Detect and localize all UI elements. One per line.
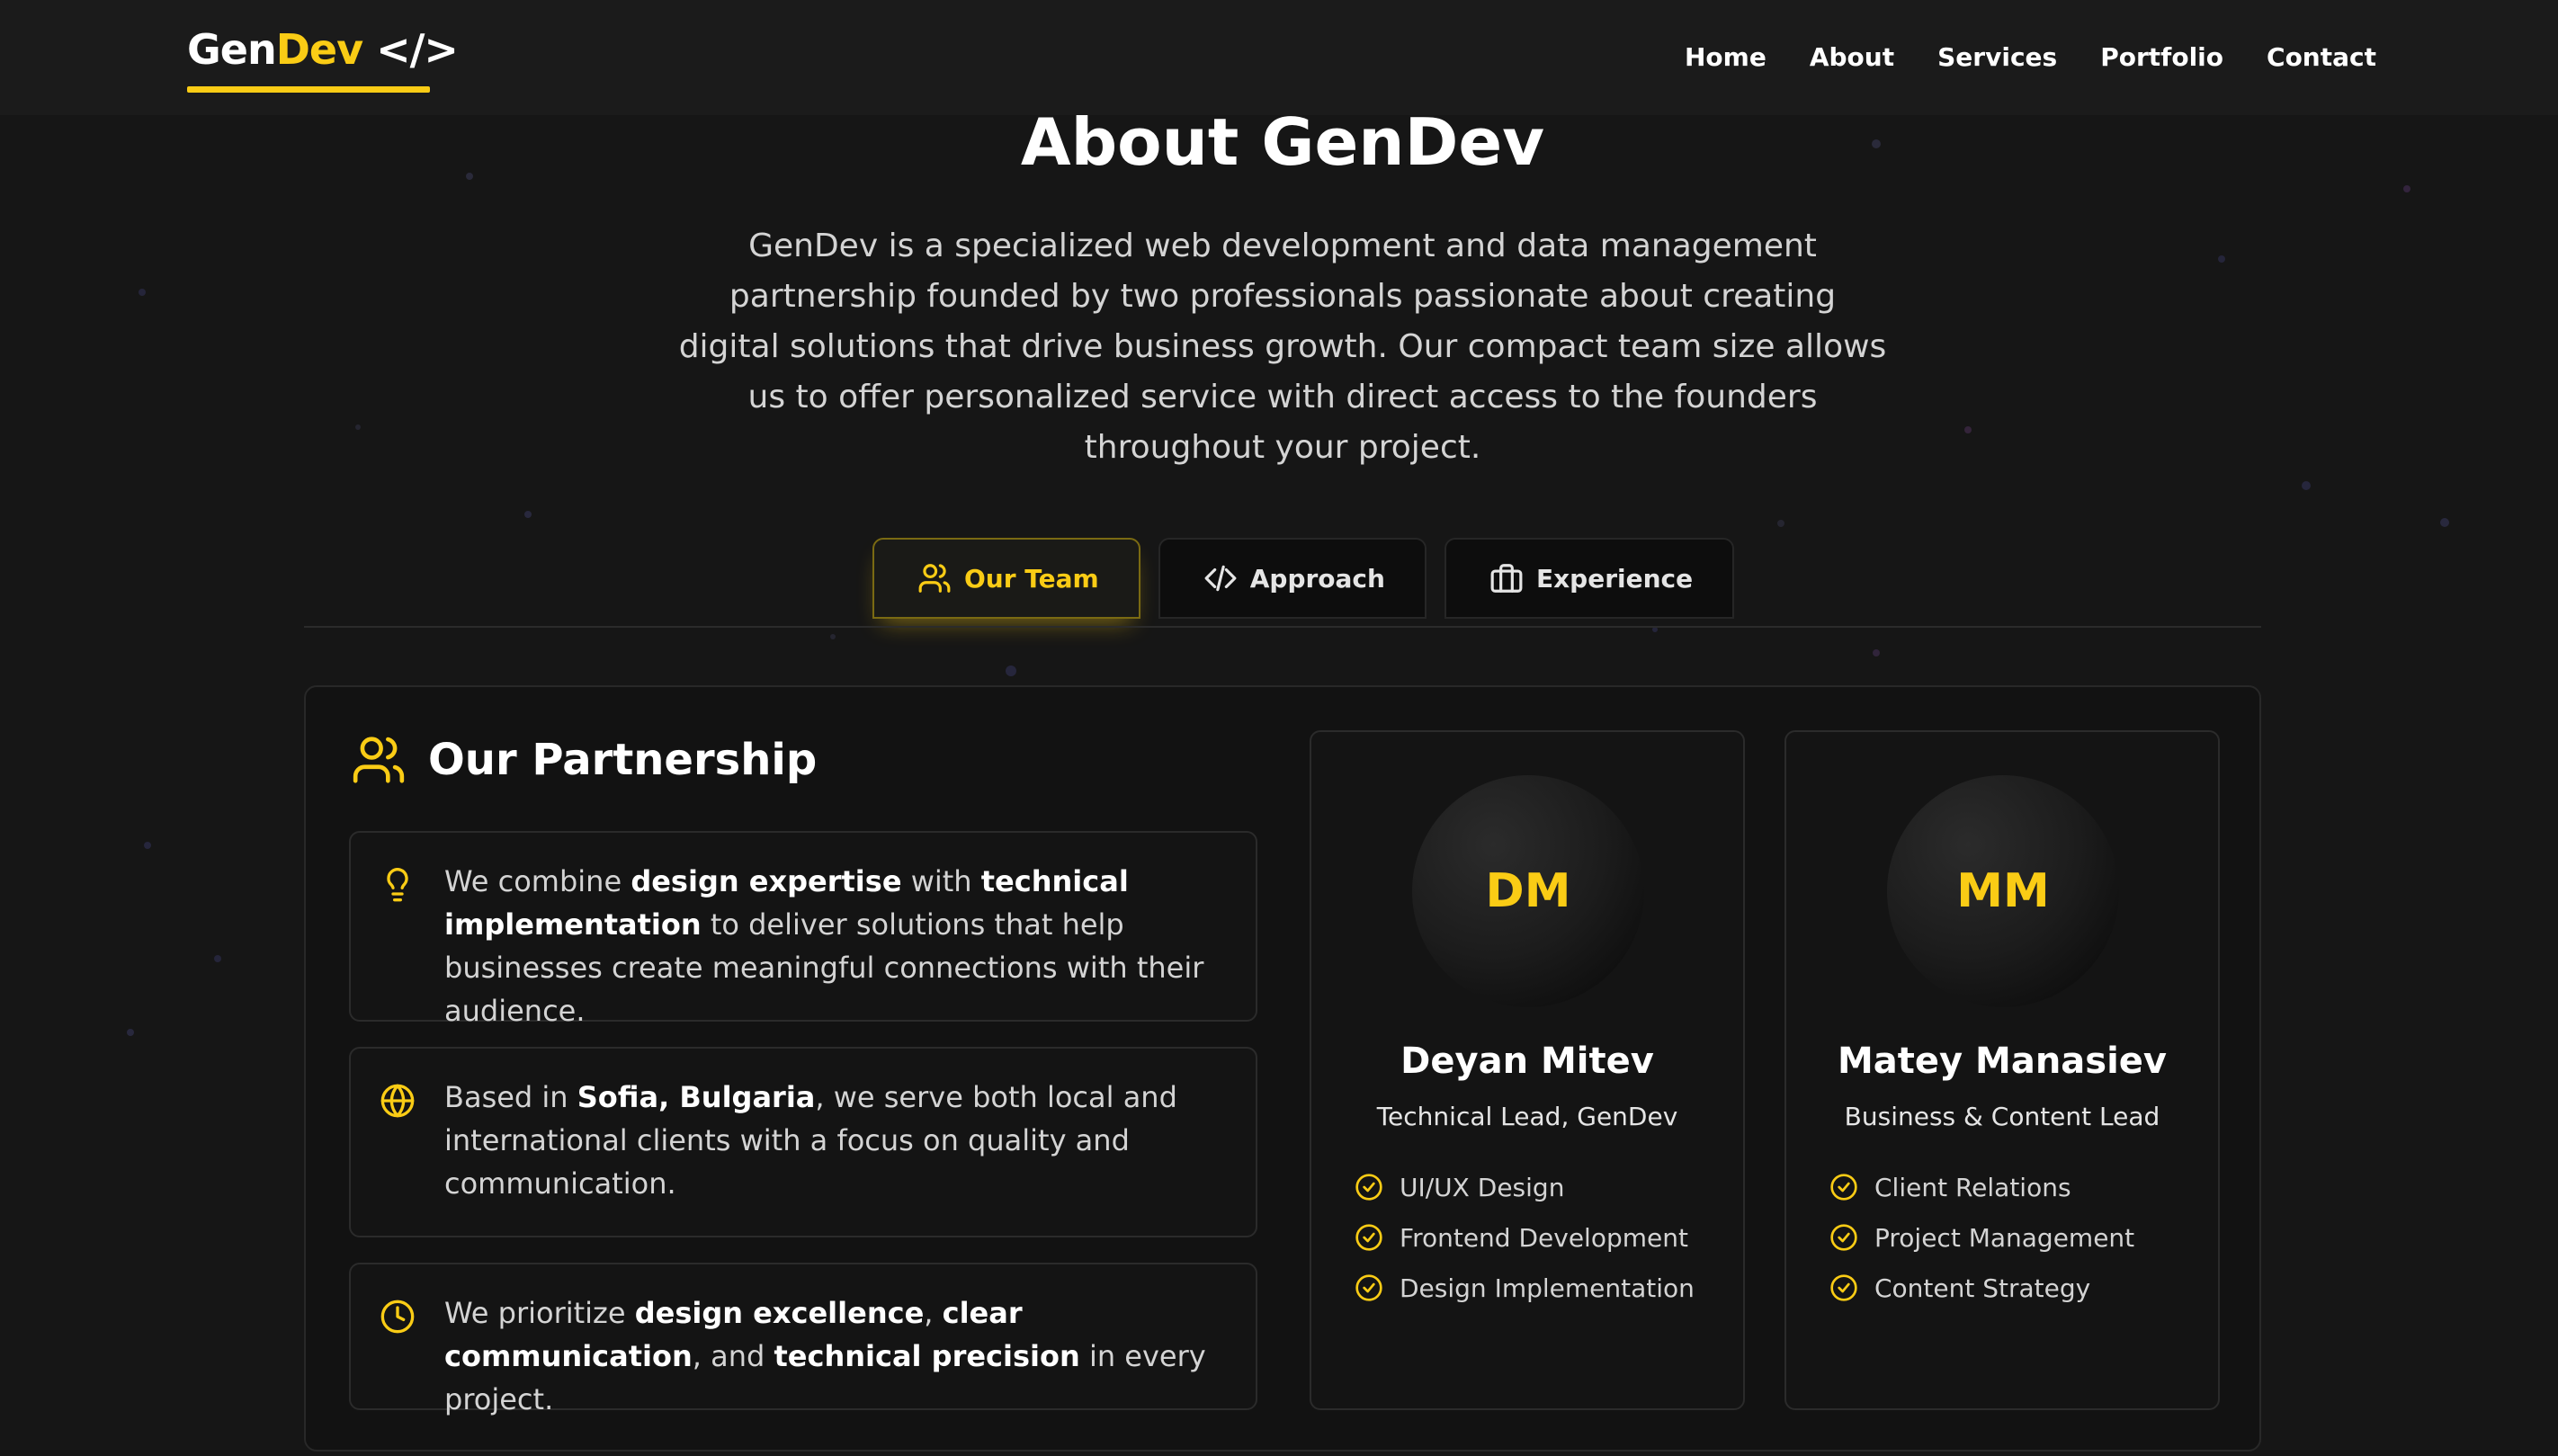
check-circle-icon [1830, 1174, 1857, 1201]
tab-label: Experience [1535, 563, 1694, 594]
info-text: We prioritize design excellence, clear c… [444, 1296, 1206, 1416]
nav-link-contact[interactable]: Contact [2267, 40, 2376, 76]
tab-our-team[interactable]: Our Team [872, 538, 1140, 619]
info-card-priorities: We prioritize design excellence, clear c… [349, 1263, 1257, 1416]
info-text: We combine design expertise with technic… [444, 864, 1204, 1028]
partnership-title: Our Partnership [428, 735, 818, 785]
nav-link-portfolio[interactable]: Portfolio [2100, 40, 2223, 76]
tab-divider [304, 626, 2261, 628]
globe-icon [380, 1084, 415, 1118]
tab-bar: Our Team Approach Experience [872, 538, 1735, 619]
tab-label: Approach [1249, 563, 1385, 594]
team-member-card-deyan: DM Deyan Mitev Technical Lead, GenDev UI… [1310, 730, 1745, 1410]
hero-description: GenDev is a specialized web development … [678, 228, 1887, 466]
info-card-expertise: We combine design expertise with technic… [349, 831, 1257, 1028]
check-circle-icon [1355, 1224, 1382, 1251]
avatar: DM [1412, 775, 1644, 1007]
check-circle-icon [1830, 1274, 1857, 1301]
nav-links: Home About Services Portfolio Contact [1685, 40, 2376, 76]
partnership-header: Our Partnership [351, 732, 817, 788]
nav-link-services[interactable]: Services [1937, 40, 2057, 76]
member-name: Matey Manasiev [1837, 1041, 2168, 1082]
check-circle-icon [1355, 1274, 1382, 1301]
logo-text-gen: Gen [187, 25, 277, 74]
skill-item: Project Management [1829, 1212, 2134, 1263]
clock-icon [380, 1300, 415, 1334]
check-circle-icon [1355, 1174, 1382, 1201]
navbar: GenDev </> Home About Services Portfolio… [0, 0, 2558, 115]
code-icon [1204, 565, 1237, 592]
tab-approach[interactable]: Approach [1158, 538, 1427, 619]
skill-item: Frontend Development [1355, 1212, 1695, 1263]
nav-link-home[interactable]: Home [1685, 40, 1766, 76]
check-circle-icon [1830, 1224, 1857, 1251]
info-card-location: Based in Sofia, Bulgaria, we serve both … [349, 1047, 1257, 1237]
skill-item: Client Relations [1829, 1162, 2134, 1212]
skill-item: UI/UX Design [1355, 1162, 1695, 1212]
team-member-card-matey: MM Matey Manasiev Business & Content Lea… [1784, 730, 2220, 1410]
avatar: MM [1887, 775, 2119, 1007]
skill-item: Content Strategy [1829, 1263, 2134, 1313]
tab-experience[interactable]: Experience [1444, 538, 1735, 619]
nav-link-about[interactable]: About [1810, 40, 1894, 76]
skill-list: Client Relations Project Management Cont… [1829, 1162, 2134, 1313]
logo-underline [187, 86, 430, 93]
member-name: Deyan Mitev [1400, 1041, 1654, 1082]
skill-item: Design Implementation [1355, 1263, 1695, 1313]
info-text: Based in Sofia, Bulgaria, we serve both … [444, 1080, 1177, 1201]
logo-text-dev: Dev [275, 25, 363, 74]
logo[interactable]: GenDev </> [187, 23, 459, 76]
lightbulb-icon [387, 868, 408, 902]
member-role: Technical Lead, GenDev [1376, 1102, 1678, 1131]
logo-code-symbol: </> [362, 25, 459, 74]
briefcase-icon [1490, 564, 1523, 593]
users-icon [918, 564, 951, 593]
users-icon [353, 737, 405, 783]
skill-list: UI/UX Design Frontend Development Design… [1355, 1162, 1695, 1313]
team-panel: Our Partnership We combine design expert… [304, 685, 2261, 1452]
tab-label: Our Team [964, 563, 1099, 594]
page-title: About GenDev [1020, 104, 1545, 180]
member-role: Business & Content Lead [1844, 1102, 2160, 1131]
